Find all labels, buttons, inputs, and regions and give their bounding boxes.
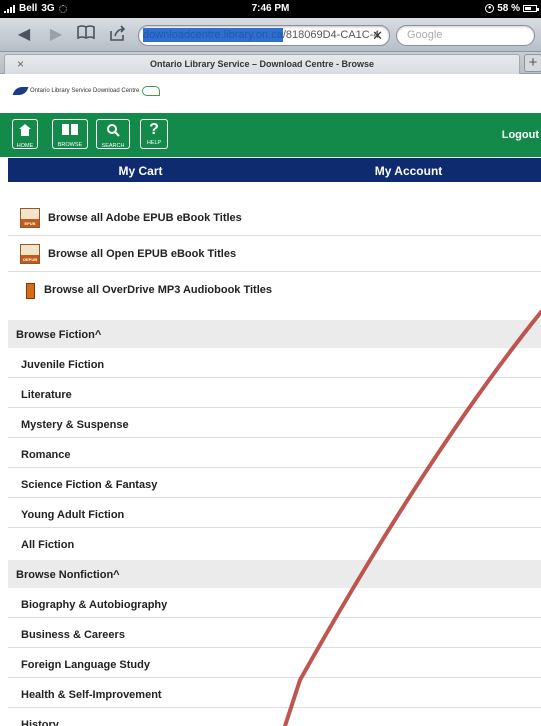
my-cart-link[interactable]: My Cart [8,164,273,178]
browse-all-adobe-epub[interactable]: EPUB Browse all Adobe EPUB eBook Titles [8,200,541,236]
browser-toolbar: ◀ ▶ downloadcentre.library.on.ca/818069D… [0,18,541,52]
category-link[interactable]: History [8,708,541,726]
browse-fiction-heading[interactable]: Browse Fiction^ [8,320,541,348]
status-bar: Bell 3G 7:46 PM ● 58 % [0,0,541,18]
nav-browse-label: BROWSE [57,142,83,148]
url-field[interactable]: downloadcentre.library.on.ca/818069D4-CA… [138,25,390,46]
forward-arrow-icon[interactable]: ▶ [46,25,66,45]
active-tab[interactable]: × Ontario Library Service – Download Cen… [4,54,520,74]
category-link[interactable]: Science Fiction & Fantasy [8,468,541,498]
browse-all-label: Browse all Adobe EPUB eBook Titles [48,211,242,224]
category-link[interactable]: Health & Self-Improvement [8,678,541,708]
browse-all-label: Browse all OverDrive MP3 Audiobook Title… [44,284,273,296]
new-tab-button[interactable]: + [524,54,541,72]
url-highlighted: downloadcentre.library.on.ca [143,28,283,42]
browse-nonfiction-heading[interactable]: Browse Nonfiction^ [8,560,541,588]
nav-browse-button[interactable]: BROWSE [52,119,88,149]
site-logo[interactable]: Ontario Library Service Download Centre [12,86,161,96]
mp3-icon: MP3 [20,280,36,300]
book-icon [53,120,87,141]
bookmarks-icon[interactable] [76,25,96,45]
logo-text: Ontario Library Service Download Centre [30,88,140,94]
category-link[interactable]: Business & Careers [8,618,541,648]
clear-url-icon[interactable]: ✕ [372,26,383,45]
category-link[interactable]: Literature [8,378,541,408]
battery-icon [523,5,539,12]
category-link[interactable]: Foreign Language Study [8,648,541,678]
browse-all-label: Browse all Open EPUB eBook Titles [48,247,237,260]
clock: 7:46 PM [251,3,290,14]
account-bar: My Cart My Account [8,158,541,182]
nav-home-label: HOME [16,143,34,149]
nav-home-button[interactable]: HOME [12,119,38,149]
orientation-lock-icon: ● [485,4,495,13]
share-icon[interactable] [108,25,128,45]
url-rest: /818069D4-CA1C-4 [282,29,380,41]
main-nav: HOME BROWSE SEARCH ? HELP Logout [0,113,541,157]
category-link[interactable]: Young Adult Fiction [8,498,541,528]
nav-search-button[interactable]: SEARCH [96,119,130,149]
home-icon [13,120,37,142]
logout-link[interactable]: Logout [502,129,539,141]
epub-icon: EPUB [20,207,40,228]
site-header: Ontario Library Service Download Centre [0,75,541,113]
browse-all-mp3[interactable]: MP3 Browse all OverDrive MP3 Audiobook T… [8,272,541,308]
browse-all-list: EPUB Browse all Adobe EPUB eBook Titles … [8,200,541,308]
browse-all-open-epub[interactable]: OEPUB Browse all Open EPUB eBook Titles [8,236,541,272]
tab-title: Ontario Library Service – Download Centr… [149,59,375,69]
my-account-link[interactable]: My Account [276,164,541,178]
search-icon [97,120,129,142]
category-link[interactable]: All Fiction [8,528,541,558]
browse-nonfiction-section: Browse Nonfiction^ Biography & Autobiogr… [8,560,541,726]
browse-fiction-section: Browse Fiction^ Juvenile Fiction Literat… [8,320,541,558]
category-link[interactable]: Mystery & Suspense [8,408,541,438]
nav-help-label: HELP [146,140,162,146]
logo-swoosh-icon [12,87,29,95]
nav-search-label: SEARCH [101,143,125,149]
help-icon: ? [149,121,159,138]
logo-leaf-icon [142,86,161,96]
back-arrow-icon[interactable]: ◀ [14,25,34,45]
category-link[interactable]: Romance [8,438,541,468]
open-epub-icon: OEPUB [20,243,40,264]
search-field[interactable]: Google [396,25,535,46]
tab-strip: × Ontario Library Service – Download Cen… [0,52,541,74]
nav-help-button[interactable]: ? HELP [140,119,168,149]
category-link[interactable]: Juvenile Fiction [8,348,541,378]
category-link[interactable]: Biography & Autobiography [8,588,541,618]
battery-percent: 58 % [497,3,520,14]
